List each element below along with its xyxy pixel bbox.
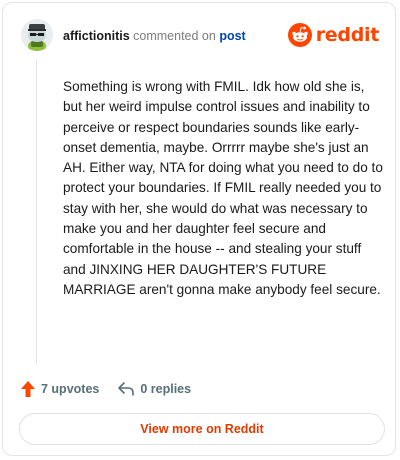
commented-on-text: commented on — [133, 29, 216, 43]
reddit-wordmark: reddit — [315, 24, 380, 46]
username-link[interactable]: affictionitis — [63, 29, 130, 43]
comment-header: affictionitis commented on post reddit — [21, 19, 379, 53]
comment-body: Something is wrong with FMIL. Idk how ol… — [63, 79, 383, 297]
reply-count: 0 replies — [140, 382, 192, 396]
upvote-button[interactable]: 7 upvotes — [20, 380, 99, 398]
reddit-alien-icon — [287, 23, 312, 47]
upvote-arrow-icon — [21, 381, 35, 397]
reply-arrow-icon — [118, 382, 135, 396]
reply-button[interactable]: 0 replies — [117, 381, 191, 397]
avatar[interactable] — [21, 19, 53, 51]
post-link[interactable]: post — [219, 29, 245, 43]
reddit-logo[interactable]: reddit — [287, 21, 380, 49]
comment-embed-card: affictionitis commented on post reddit S… — [2, 2, 396, 456]
commenter-line: affictionitis commented on post — [63, 28, 246, 44]
thread-line[interactable] — [36, 59, 37, 365]
comment-actions: 7 upvotes 0 replies — [20, 377, 191, 401]
upvote-count: 7 upvotes — [41, 382, 100, 396]
view-more-button[interactable]: View more on Reddit — [19, 413, 385, 445]
snoo-avatar-icon — [21, 19, 53, 51]
